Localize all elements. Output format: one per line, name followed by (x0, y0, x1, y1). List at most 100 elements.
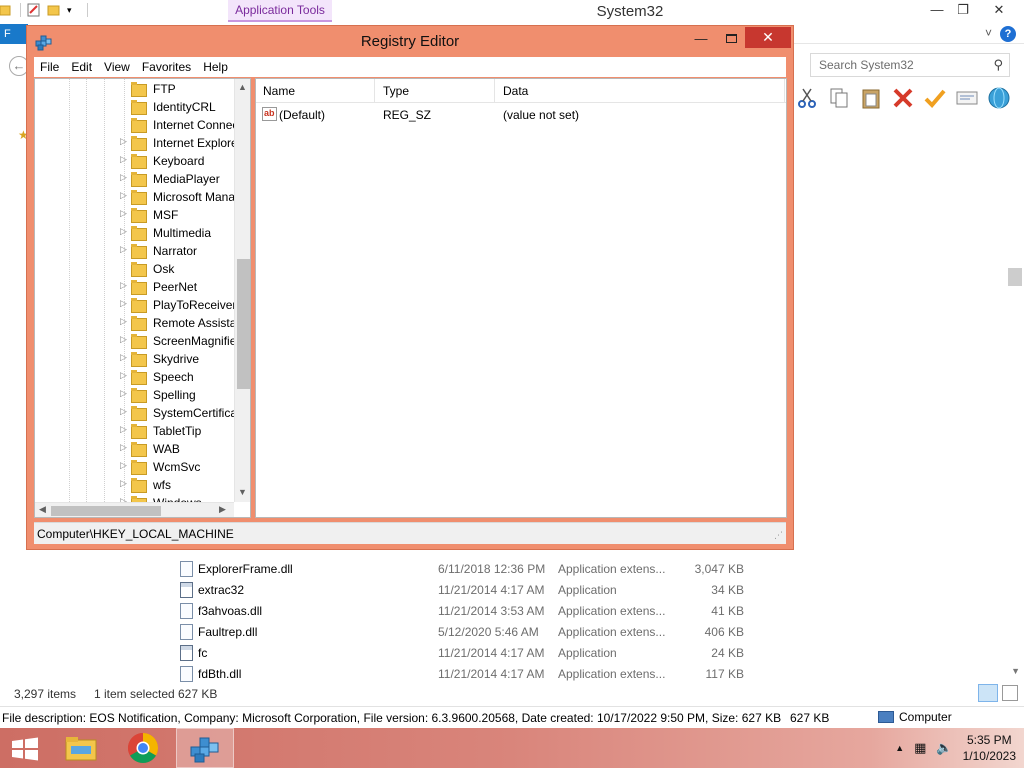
expand-arrow-icon[interactable]: ▷ (120, 172, 128, 183)
tree-key[interactable]: ▷ PlayToReceiver (120, 296, 235, 314)
tree-key[interactable]: ▷ Spelling (120, 386, 235, 404)
windows-start-icon[interactable] (10, 737, 40, 761)
tree-key[interactable]: IdentityCRL (120, 98, 235, 116)
tree-key[interactable]: ▷ Multimedia (120, 224, 235, 242)
registry-key-tree[interactable]: FTP IdentityCRL Internet Connectio ▷ Interne… (34, 78, 251, 518)
tree-key[interactable]: Osk (120, 260, 235, 278)
expand-arrow-icon[interactable]: ▷ (120, 478, 128, 489)
network-icon[interactable]: ▦ (914, 740, 926, 756)
scroll-down-arrow-icon[interactable]: ▼ (238, 487, 247, 497)
column-separator[interactable] (374, 79, 375, 103)
tree-key[interactable]: FTP (120, 80, 235, 98)
expand-arrow-icon[interactable]: ▷ (120, 424, 128, 435)
registry-editor-titlebar[interactable]: Registry Editor — ✕ (27, 26, 793, 56)
details-view-button[interactable] (978, 684, 998, 702)
delete-icon[interactable] (891, 86, 915, 110)
tree-key[interactable]: ▷ Skydrive (120, 350, 235, 368)
tree-scroll-thumb[interactable] (237, 259, 250, 389)
scroll-left-arrow-icon[interactable]: ◀ (39, 504, 46, 515)
help-icon[interactable]: ? (1000, 26, 1016, 42)
scroll-down-arrow-icon[interactable]: ▼ (1011, 666, 1020, 676)
tree-hscroll-thumb[interactable] (51, 506, 161, 516)
menu-file[interactable]: File (34, 57, 65, 77)
paste-icon[interactable] (859, 86, 883, 110)
explorer-close-button[interactable]: ✕ (984, 0, 1014, 22)
taskbar-file-explorer-button[interactable] (52, 728, 110, 768)
expand-arrow-icon[interactable]: ▷ (120, 334, 128, 345)
taskbar-chrome-button[interactable] (114, 728, 172, 768)
tree-key[interactable]: ▷ Narrator (120, 242, 235, 260)
properties-icon[interactable] (27, 3, 41, 17)
expand-arrow-icon[interactable]: ▷ (120, 388, 128, 399)
scroll-up-arrow-icon[interactable]: ▲ (238, 82, 247, 92)
regedit-minimize-button[interactable]: — (687, 30, 715, 50)
column-data[interactable]: Data (503, 84, 528, 98)
expand-arrow-icon[interactable]: ▷ (120, 370, 128, 381)
tree-key[interactable]: ▷ Internet Explorer (120, 134, 235, 152)
rename-checkmark-icon[interactable] (923, 86, 947, 110)
expand-arrow-icon[interactable]: ▷ (120, 136, 128, 147)
tree-key[interactable]: ▷ Microsoft Manage (120, 188, 235, 206)
expand-arrow-icon[interactable]: ▷ (120, 154, 128, 165)
file-row[interactable]: fdBth.dll 11/21/2014 4:17 AM Application… (174, 664, 774, 685)
expand-arrow-icon[interactable]: ▷ (120, 316, 128, 327)
file-list-scrollbar-thumb[interactable] (1008, 268, 1022, 286)
tree-key[interactable]: ▷ PeerNet (120, 278, 235, 296)
ribbon-collapse-chevron-icon[interactable]: ˅ (985, 26, 992, 40)
file-row[interactable]: ExplorerFrame.dll 6/11/2018 12:36 PM App… (174, 559, 774, 580)
globe-icon[interactable] (987, 86, 1011, 110)
tree-vertical-scrollbar[interactable]: ▲ ▼ (234, 79, 250, 502)
cut-icon[interactable] (795, 86, 819, 110)
expand-arrow-icon[interactable]: ▷ (120, 280, 128, 291)
column-name[interactable]: Name (263, 84, 295, 98)
tree-horizontal-scrollbar[interactable]: ◀ ▶ (35, 502, 234, 517)
tree-key[interactable]: ▷ TabletTip (120, 422, 235, 440)
registry-values-list[interactable]: Name Type Data ab (Default) REG_SZ (valu… (255, 78, 787, 518)
application-tools-tab[interactable]: Application Tools (228, 0, 332, 22)
regedit-maximize-button[interactable] (717, 30, 745, 50)
expand-arrow-icon[interactable]: ▷ (120, 442, 128, 453)
expand-arrow-icon[interactable]: ▷ (120, 208, 128, 219)
tree-key[interactable]: Internet Connectio (120, 116, 235, 134)
expand-arrow-icon[interactable]: ▷ (120, 226, 128, 237)
show-hidden-icons-icon[interactable]: ▲ (895, 743, 904, 753)
column-separator[interactable] (494, 79, 495, 103)
value-row[interactable]: ab (Default) REG_SZ (value not set) (256, 107, 786, 125)
scroll-right-arrow-icon[interactable]: ▶ (219, 504, 226, 515)
file-row[interactable]: fc 11/21/2014 4:17 AM Application 24 KB (174, 643, 774, 664)
file-ribbon-tab[interactable]: F (0, 24, 28, 44)
tree-key[interactable]: ▷ WcmSvc (120, 458, 235, 476)
tree-key[interactable]: ▷ MSF (120, 206, 235, 224)
regedit-close-button[interactable]: ✕ (745, 27, 791, 48)
menu-view[interactable]: View (98, 57, 136, 77)
folder-icon[interactable] (0, 3, 14, 17)
properties-card-icon[interactable] (955, 86, 979, 110)
tree-key[interactable]: ▷ Speech (120, 368, 235, 386)
expand-arrow-icon[interactable]: ▷ (120, 244, 128, 255)
expand-arrow-icon[interactable]: ▷ (120, 298, 128, 309)
tree-key[interactable]: ▷ WAB (120, 440, 235, 458)
column-type[interactable]: Type (383, 84, 409, 98)
expand-arrow-icon[interactable]: ▷ (120, 406, 128, 417)
tree-key[interactable]: ▷ Remote Assistance (120, 314, 235, 332)
file-row[interactable]: f3ahvoas.dll 11/21/2014 3:53 AM Applicat… (174, 601, 774, 622)
tree-key[interactable]: ▷ SystemCertificates (120, 404, 235, 422)
column-separator[interactable] (784, 79, 785, 103)
taskbar-regedit-button[interactable] (176, 728, 234, 768)
explorer-restore-button[interactable]: ❐ (948, 0, 978, 22)
volume-icon[interactable]: 🔈 (936, 740, 952, 756)
resize-grip-icon[interactable]: ⋰ (774, 530, 783, 541)
expand-arrow-icon[interactable]: ▷ (120, 460, 128, 471)
tree-key[interactable]: ▷ Keyboard (120, 152, 235, 170)
file-row[interactable]: extrac32 11/21/2014 4:17 AM Application … (174, 580, 774, 601)
tree-key[interactable]: ▷ ScreenMagnifier (120, 332, 235, 350)
new-folder-icon[interactable] (47, 3, 61, 17)
search-input[interactable]: Search System32 ⚲ (810, 53, 1010, 77)
clock[interactable]: 5:35 PM 1/10/2023 (963, 732, 1016, 764)
file-row[interactable]: Faultrep.dll 5/12/2020 5:46 AM Applicati… (174, 622, 774, 643)
search-icon[interactable]: ⚲ (993, 57, 1003, 73)
menu-help[interactable]: Help (197, 57, 234, 77)
tree-key[interactable]: ▷ wfs (120, 476, 235, 494)
menu-favorites[interactable]: Favorites (136, 57, 197, 77)
tree-key[interactable]: ▷ MediaPlayer (120, 170, 235, 188)
